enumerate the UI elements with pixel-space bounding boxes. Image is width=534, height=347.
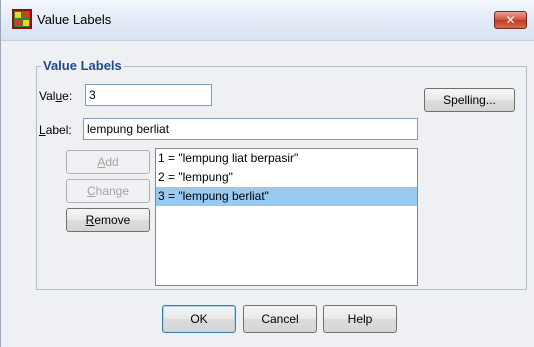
value-labels-dialog: Value Labels ✕ Value Labels Value: 3 Spe… bbox=[0, 0, 534, 347]
window-title: Value Labels bbox=[37, 12, 112, 27]
spelling-button[interactable]: Spelling... bbox=[424, 88, 515, 112]
help-button[interactable]: Help bbox=[323, 305, 397, 333]
label-field-label: Label: bbox=[39, 123, 72, 137]
close-icon: ✕ bbox=[505, 13, 516, 27]
list-item-selected[interactable]: 3 = "lempung berliat" bbox=[156, 187, 417, 206]
change-button[interactable]: Change bbox=[66, 179, 150, 203]
ok-button[interactable]: OK bbox=[162, 305, 236, 333]
list-item[interactable]: 1 = "lempung liat berpasir" bbox=[156, 149, 417, 168]
value-input[interactable]: 3 bbox=[85, 84, 212, 106]
title-bar[interactable]: Value Labels ✕ bbox=[1, 0, 534, 41]
list-item[interactable]: 2 = "lempung" bbox=[156, 168, 417, 187]
add-button[interactable]: Add bbox=[66, 150, 150, 174]
close-button[interactable]: ✕ bbox=[494, 11, 527, 29]
remove-button[interactable]: Remove bbox=[66, 208, 150, 232]
value-label-list[interactable]: 1 = "lempung liat berpasir" 2 = "lempung… bbox=[155, 148, 418, 286]
label-input[interactable]: lempung berliat bbox=[83, 118, 418, 140]
spss-app-icon bbox=[12, 9, 32, 29]
group-legend: Value Labels bbox=[41, 58, 124, 73]
value-field-label: Value: bbox=[39, 89, 73, 103]
cancel-button[interactable]: Cancel bbox=[243, 305, 317, 333]
